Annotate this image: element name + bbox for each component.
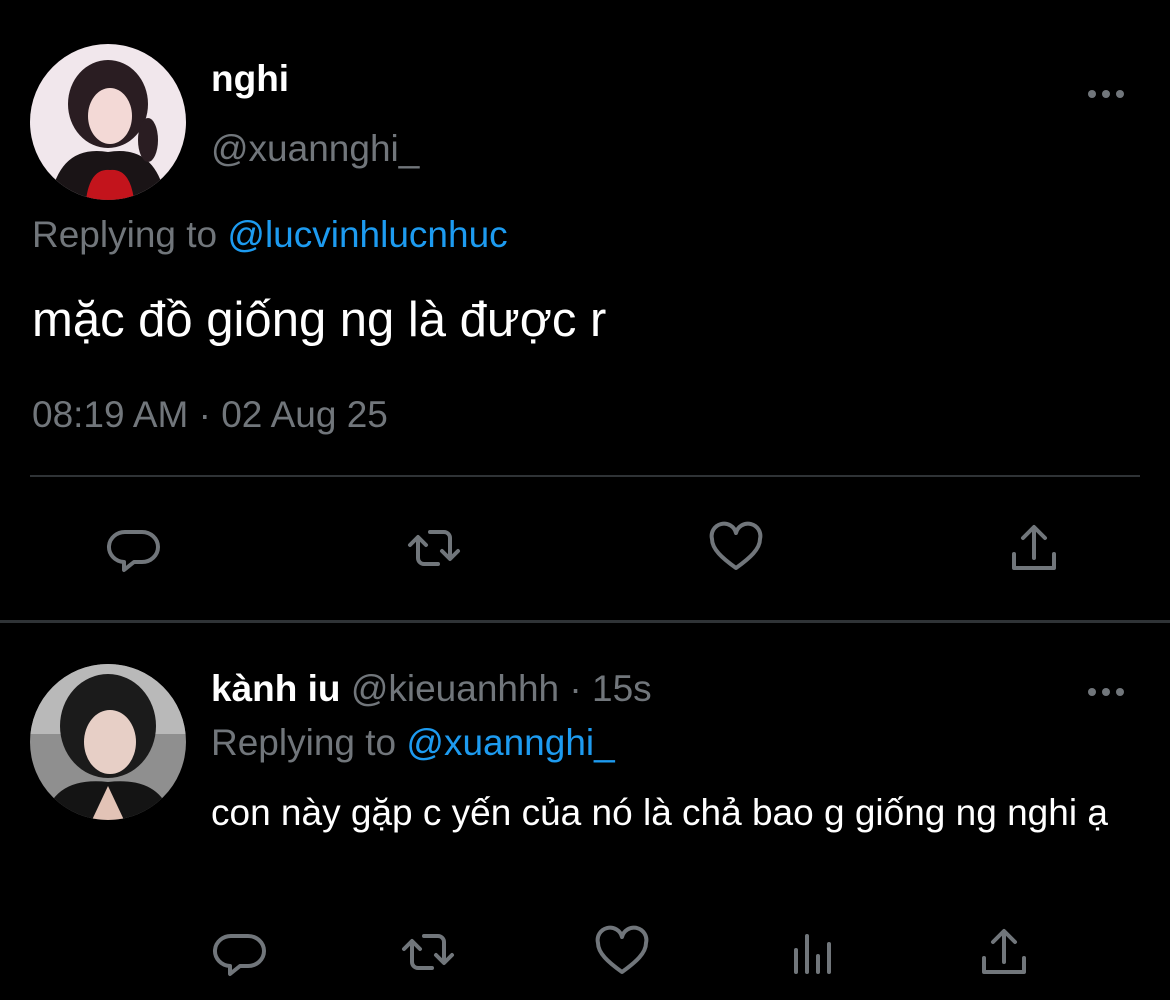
share-icon[interactable] bbox=[974, 922, 1034, 982]
reply-time[interactable]: 15s bbox=[592, 668, 652, 709]
replying-handle-link[interactable]: @xuannghi_ bbox=[406, 722, 614, 763]
share-icon[interactable] bbox=[1004, 518, 1064, 578]
display-name[interactable]: nghi bbox=[211, 58, 289, 100]
replying-to: Replying to @lucvinhlucnhuc bbox=[32, 214, 508, 256]
reply-icon[interactable] bbox=[210, 922, 270, 982]
views-icon[interactable] bbox=[784, 922, 844, 982]
user-handle[interactable]: @xuannghi_ bbox=[211, 128, 419, 170]
tweet-timestamp[interactable]: 08:19 AM · 02 Aug 25 bbox=[32, 394, 388, 436]
reply-display-name[interactable]: kành iu bbox=[211, 668, 341, 709]
reply-user-handle[interactable]: @kieuanhhh bbox=[351, 668, 559, 709]
replying-prefix: Replying to bbox=[211, 722, 397, 763]
more-icon[interactable] bbox=[1084, 82, 1128, 106]
reply-icon[interactable] bbox=[104, 518, 164, 578]
reply-avatar[interactable] bbox=[30, 664, 186, 820]
main-tweet: nghi @xuannghi_ Replying to @lucvinhlucn… bbox=[0, 0, 1170, 620]
replying-handle-link[interactable]: @lucvinhlucnhuc bbox=[227, 214, 507, 255]
retweet-icon[interactable] bbox=[404, 518, 464, 578]
more-icon[interactable] bbox=[1084, 680, 1128, 704]
reply-header: kành iu @kieuanhhh · 15s bbox=[211, 668, 652, 710]
avatar[interactable] bbox=[30, 44, 186, 200]
like-icon[interactable] bbox=[706, 518, 766, 578]
divider bbox=[30, 475, 1140, 477]
reply-avatar-image bbox=[30, 664, 186, 820]
replying-prefix: Replying to bbox=[32, 214, 218, 255]
reply-text: con này gặp c yến của nó là chả bao g gi… bbox=[211, 792, 1108, 833]
avatar-image bbox=[30, 44, 186, 200]
reply-replying-to: Replying to @xuannghi_ bbox=[211, 722, 615, 764]
header-separator: · bbox=[559, 668, 593, 709]
retweet-icon[interactable] bbox=[398, 922, 458, 982]
like-icon[interactable] bbox=[592, 922, 652, 982]
section-divider bbox=[0, 620, 1170, 623]
tweet-text: mặc đồ giống ng là được r bbox=[32, 293, 607, 347]
